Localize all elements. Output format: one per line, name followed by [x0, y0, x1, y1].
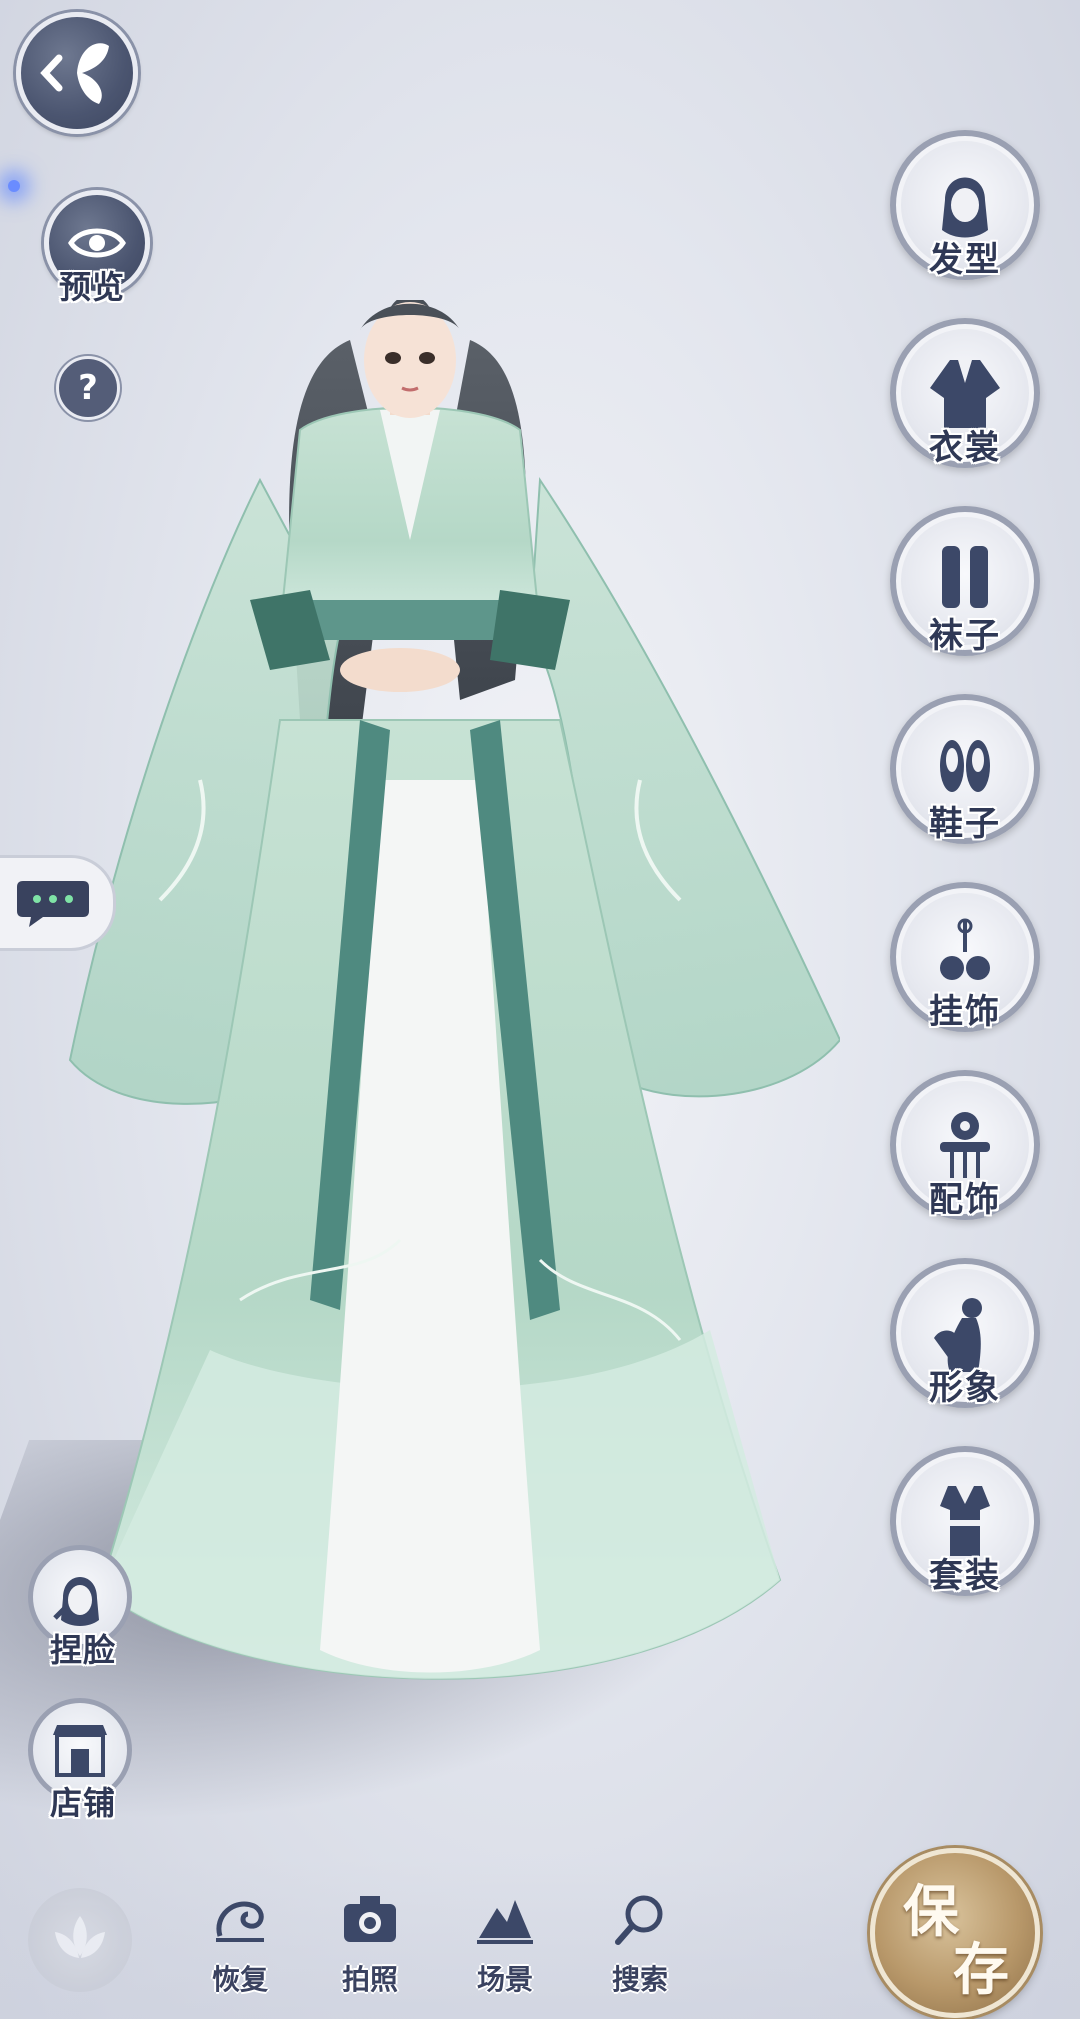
eye-icon — [68, 228, 126, 258]
save-char-2: 存 — [953, 1937, 1009, 2003]
shop-button[interactable]: 店铺 — [28, 1698, 138, 1838]
butterfly-sparkle — [8, 180, 20, 192]
save-button[interactable]: 保 存 — [870, 1848, 1040, 2018]
camera-label: 拍照 — [341, 1963, 398, 1996]
help-button[interactable]: ? — [56, 356, 120, 420]
menu-appearance[interactable]: 形象 — [890, 1258, 1040, 1418]
save-char-1: 保 — [903, 1879, 959, 1945]
menu-label-accessory: 配饰 — [929, 1180, 1001, 1220]
lotus-menu-button[interactable] — [28, 1888, 132, 1992]
menu-label-outfit-set: 套装 — [929, 1556, 1001, 1596]
scene-button[interactable]: 场景 — [455, 1890, 555, 2010]
search-button[interactable]: 搜索 — [590, 1890, 690, 2010]
camera-button[interactable]: 拍照 — [320, 1890, 420, 2010]
character-model[interactable] — [60, 300, 840, 1750]
face-edit-label: 捏脸 — [49, 1631, 116, 1669]
restore-label: 恢复 — [211, 1963, 268, 1996]
restore-icon — [210, 1890, 270, 1950]
back-button[interactable] — [16, 12, 138, 134]
face-edit-button[interactable]: 捏脸 — [28, 1545, 138, 1685]
menu-label-shoes: 鞋子 — [929, 804, 1001, 844]
menu-label-clothing: 衣裳 — [929, 428, 1001, 468]
back-butterfly-icon — [40, 43, 109, 104]
menu-label-appearance: 形象 — [929, 1368, 1001, 1408]
menu-pendant[interactable]: 挂饰 — [890, 882, 1040, 1042]
search-label: 搜索 — [611, 1963, 668, 1996]
search-icon — [610, 1890, 670, 1950]
scene-label: 场景 — [476, 1963, 533, 1996]
chat-button[interactable] — [0, 855, 116, 951]
menu-label-socks: 袜子 — [929, 616, 1001, 656]
menu-label-hairstyle: 发型 — [929, 240, 1001, 280]
restore-button[interactable]: 恢复 — [190, 1890, 290, 2010]
menu-clothing[interactable]: 衣裳 — [890, 318, 1040, 478]
menu-socks[interactable]: 袜子 — [890, 506, 1040, 666]
menu-shoes[interactable]: 鞋子 — [890, 694, 1040, 854]
menu-accessory[interactable]: 配饰 — [890, 1070, 1040, 1230]
lotus-icon — [55, 1916, 105, 1958]
menu-label-pendant: 挂饰 — [929, 992, 1001, 1032]
shop-label: 店铺 — [49, 1784, 116, 1822]
chat-bubble-icon — [17, 881, 89, 927]
help-symbol: ? — [78, 368, 98, 408]
scene-icon — [475, 1890, 535, 1950]
menu-outfit-set[interactable]: 套装 — [890, 1446, 1040, 1606]
camera-icon — [340, 1890, 400, 1950]
preview-label: 预览 — [58, 268, 125, 306]
menu-hairstyle[interactable]: 发型 — [890, 130, 1040, 290]
